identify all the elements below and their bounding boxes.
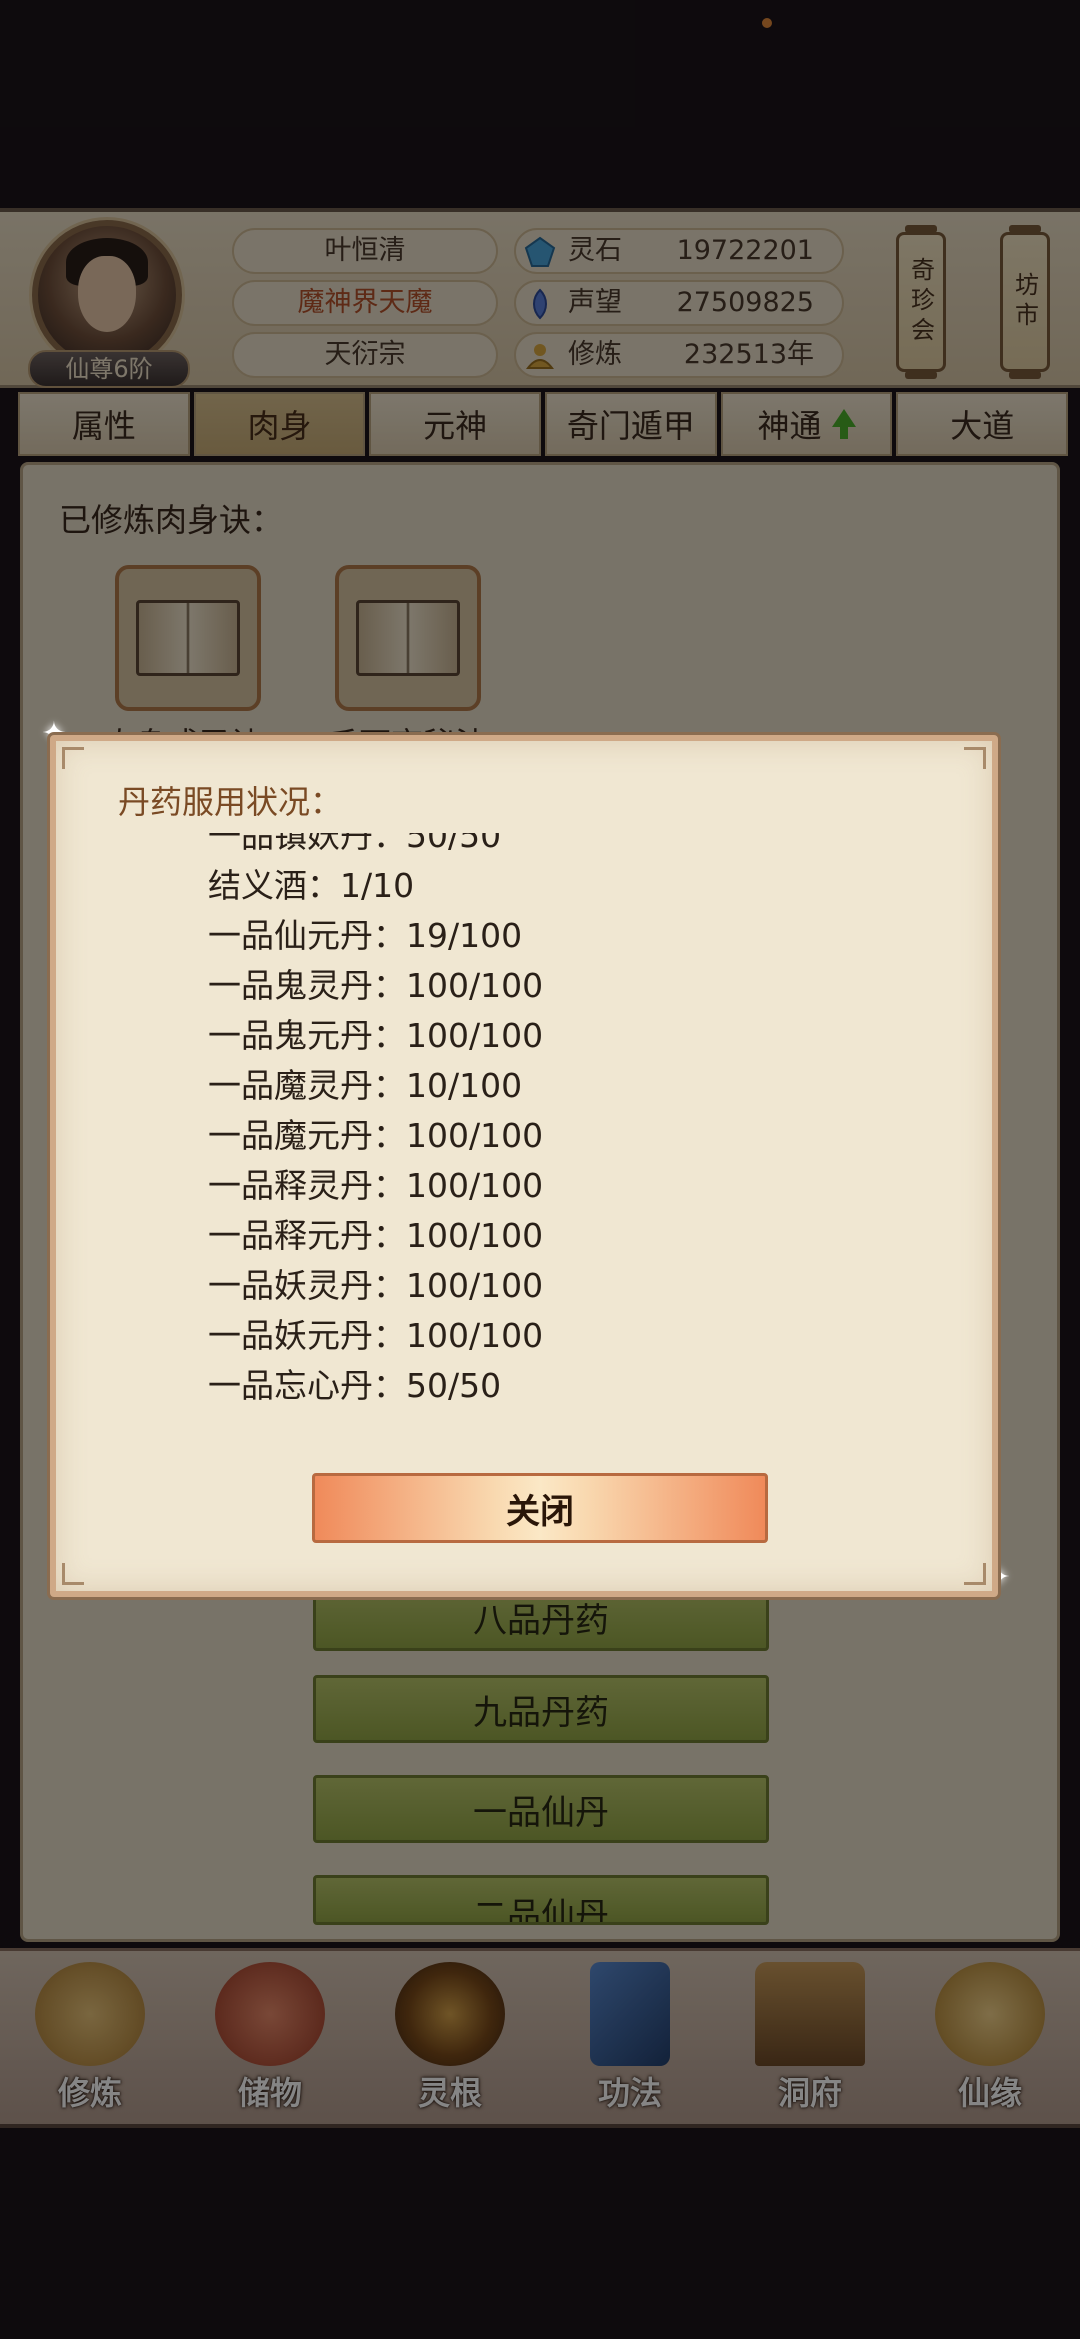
list-item: 一品妖灵丹：100/100	[208, 1266, 544, 1305]
list-item: 一品妖元丹：100/100	[208, 1316, 544, 1355]
list-item: 结义酒：1/10	[208, 866, 415, 905]
pill-status-dialog: 丹药服用状况： 一品镇妖丹：50/50 结义酒：1/10 一品仙元丹：19/10…	[50, 735, 998, 1597]
list-item: 一品忘心丹：50/50	[208, 1366, 502, 1405]
list-item: 一品仙元丹：19/100	[208, 916, 523, 955]
list-item: 一品魔灵丹：10/100	[208, 1066, 523, 1105]
dialog-title: 丹药服用状况：	[118, 783, 343, 821]
list-item: 一品鬼元丹：100/100	[208, 1016, 544, 1055]
list-item: 一品魔元丹：100/100	[208, 1116, 544, 1155]
list-item: 一品释灵丹：100/100	[208, 1166, 544, 1205]
list-item: 一品释元丹：100/100	[208, 1216, 544, 1255]
list-item: 一品鬼灵丹：100/100	[208, 966, 544, 1005]
list-item: 一品镇妖丹：50/50	[208, 833, 502, 855]
pill-status-list[interactable]: 一品镇妖丹：50/50 结义酒：1/10 一品仙元丹：19/100 一品鬼灵丹：…	[208, 833, 908, 1425]
close-button[interactable]: 关闭	[312, 1473, 768, 1543]
